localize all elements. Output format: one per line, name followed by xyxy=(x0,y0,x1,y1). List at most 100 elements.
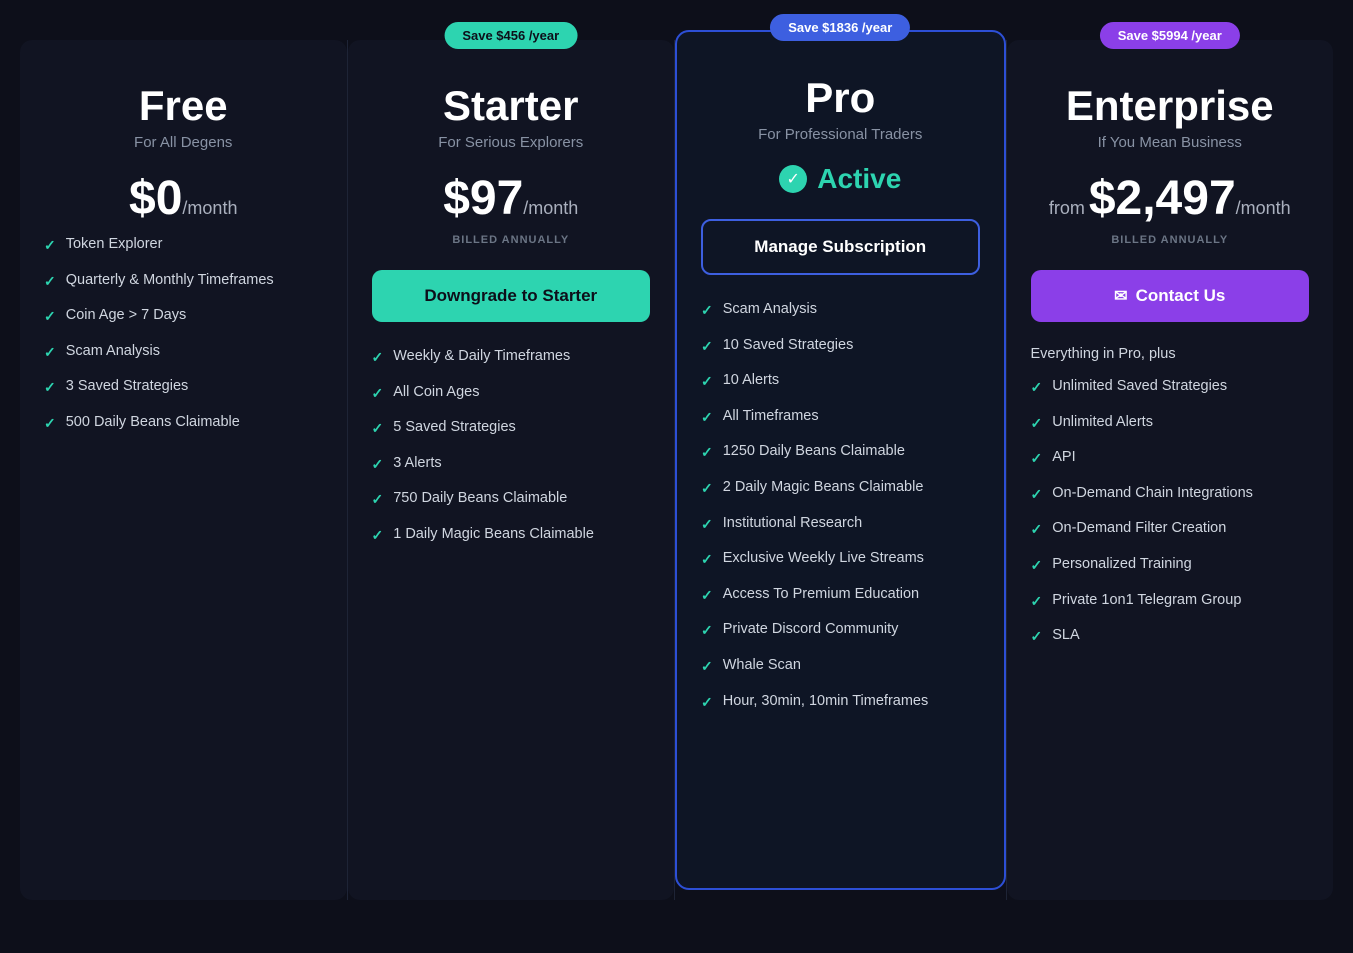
price-amount-free: $0 xyxy=(129,172,182,225)
check-icon: ✓ xyxy=(701,301,713,321)
plan-name-pro: Pro xyxy=(701,74,980,122)
plan-button-enterprise[interactable]: ✉Contact Us xyxy=(1031,270,1310,322)
feature-text: Scam Analysis xyxy=(66,341,160,361)
features-list-pro: ✓ Scam Analysis ✓ 10 Saved Strategies ✓ … xyxy=(701,299,980,712)
feature-text: Coin Age > 7 Days xyxy=(66,305,187,325)
feature-text: 3 Saved Strategies xyxy=(66,376,189,396)
check-icon: ✓ xyxy=(1031,592,1043,612)
feature-item: ✓ 3 Alerts xyxy=(372,453,651,475)
extra-label-enterprise: Everything in Pro, plus xyxy=(1031,346,1310,362)
feature-item: ✓ SLA xyxy=(1031,625,1310,647)
check-icon: ✓ xyxy=(44,307,56,327)
check-icon: ✓ xyxy=(1031,520,1043,540)
plan-subtitle-enterprise: If You Mean Business xyxy=(1031,134,1310,151)
price-amount-enterprise: $2,497 xyxy=(1089,172,1236,225)
price-amount-starter: $97 xyxy=(443,172,523,225)
feature-text: 500 Daily Beans Claimable xyxy=(66,412,240,432)
price-period-free: /month xyxy=(182,198,237,218)
price-billed-enterprise: BILLED ANNUALLY xyxy=(1031,234,1310,246)
plan-subtitle-free: For All Degens xyxy=(44,134,323,151)
feature-text: Whale Scan xyxy=(723,655,801,675)
plan-button-pro[interactable]: Manage Subscription xyxy=(701,219,980,275)
check-icon: ✓ xyxy=(372,384,384,404)
feature-text: Access To Premium Education xyxy=(723,584,919,604)
check-icon: ✓ xyxy=(701,515,713,535)
plan-button-starter[interactable]: Downgrade to Starter xyxy=(372,270,651,322)
plan-subtitle-starter: For Serious Explorers xyxy=(372,134,651,151)
feature-item: ✓ 5 Saved Strategies xyxy=(372,417,651,439)
price-billed-starter: BILLED ANNUALLY xyxy=(372,234,651,246)
check-icon: ✓ xyxy=(1031,556,1043,576)
check-icon: ✓ xyxy=(1031,449,1043,469)
plan-card-free: Free For All Degens $0/month ✓ Token Explo… xyxy=(20,40,347,900)
feature-text: Private Discord Community xyxy=(723,619,899,639)
feature-item: ✓ All Coin Ages xyxy=(372,382,651,404)
plan-name-enterprise: Enterprise xyxy=(1031,82,1310,130)
active-check-icon: ✓ xyxy=(779,165,807,193)
check-icon: ✓ xyxy=(44,236,56,256)
check-icon: ✓ xyxy=(44,272,56,292)
check-icon: ✓ xyxy=(44,378,56,398)
feature-text: Scam Analysis xyxy=(723,299,817,319)
feature-item: ✓ Weekly & Daily Timeframes xyxy=(372,346,651,368)
features-list-starter: ✓ Weekly & Daily Timeframes ✓ All Coin A… xyxy=(372,346,651,546)
feature-item: ✓ Institutional Research xyxy=(701,513,980,535)
check-icon: ✓ xyxy=(701,443,713,463)
feature-text: SLA xyxy=(1052,625,1079,645)
features-list-enterprise: ✓ Unlimited Saved Strategies ✓ Unlimited… xyxy=(1031,376,1310,647)
check-icon: ✓ xyxy=(372,490,384,510)
plan-card-enterprise: Save $5994 /yearEnterpriseIf You Mean Bu… xyxy=(1007,40,1334,900)
feature-text: API xyxy=(1052,447,1075,467)
feature-text: Hour, 30min, 10min Timeframes xyxy=(723,691,929,711)
check-icon: ✓ xyxy=(701,337,713,357)
feature-item: ✓ Coin Age > 7 Days xyxy=(44,305,323,327)
feature-item: ✓ 1250 Daily Beans Claimable xyxy=(701,441,980,463)
active-badge: ✓ Active xyxy=(701,163,980,195)
check-icon: ✓ xyxy=(1031,485,1043,505)
check-icon: ✓ xyxy=(372,526,384,546)
feature-text: 1 Daily Magic Beans Claimable xyxy=(393,524,594,544)
feature-item: ✓ Access To Premium Education xyxy=(701,584,980,606)
save-badge-pro: Save $1836 /year xyxy=(770,14,910,41)
feature-item: ✓ Quarterly & Monthly Timeframes xyxy=(44,270,323,292)
feature-item: ✓ Unlimited Saved Strategies xyxy=(1031,376,1310,398)
feature-item: ✓ 2 Daily Magic Beans Claimable xyxy=(701,477,980,499)
feature-item: ✓ 1 Daily Magic Beans Claimable xyxy=(372,524,651,546)
check-icon: ✓ xyxy=(1031,378,1043,398)
feature-item: ✓ Hour, 30min, 10min Timeframes xyxy=(701,691,980,713)
feature-item: ✓ API xyxy=(1031,447,1310,469)
feature-text: Unlimited Alerts xyxy=(1052,412,1153,432)
feature-item: ✓ 750 Daily Beans Claimable xyxy=(372,488,651,510)
feature-item: ✓ 10 Alerts xyxy=(701,370,980,392)
check-icon: ✓ xyxy=(701,479,713,499)
feature-text: Exclusive Weekly Live Streams xyxy=(723,548,924,568)
plan-name-starter: Starter xyxy=(372,82,651,130)
check-icon: ✓ xyxy=(701,372,713,392)
check-icon: ✓ xyxy=(701,586,713,606)
feature-text: Token Explorer xyxy=(66,234,163,254)
active-label: Active xyxy=(817,163,901,195)
check-icon: ✓ xyxy=(701,408,713,428)
feature-item: ✓ Whale Scan xyxy=(701,655,980,677)
envelope-icon: ✉ xyxy=(1114,286,1127,306)
plan-price-starter: $97/month xyxy=(372,171,651,226)
check-icon: ✓ xyxy=(701,693,713,713)
feature-item: ✓ On-Demand Filter Creation xyxy=(1031,518,1310,540)
feature-item: ✓ 3 Saved Strategies xyxy=(44,376,323,398)
plan-price-free: $0/month xyxy=(44,171,323,226)
feature-item: ✓ Scam Analysis xyxy=(44,341,323,363)
plan-subtitle-pro: For Professional Traders xyxy=(701,126,980,143)
check-icon: ✓ xyxy=(1031,627,1043,647)
feature-text: Weekly & Daily Timeframes xyxy=(393,346,570,366)
check-icon: ✓ xyxy=(372,419,384,439)
feature-item: ✓ Unlimited Alerts xyxy=(1031,412,1310,434)
check-icon: ✓ xyxy=(372,455,384,475)
plan-price-enterprise: from$2,497/month xyxy=(1031,171,1310,226)
pricing-container: Free For All Degens $0/month ✓ Token Explo… xyxy=(20,40,1333,900)
feature-text: All Coin Ages xyxy=(393,382,479,402)
feature-text: Unlimited Saved Strategies xyxy=(1052,376,1227,396)
feature-text: 2 Daily Magic Beans Claimable xyxy=(723,477,924,497)
feature-item: ✓ Exclusive Weekly Live Streams xyxy=(701,548,980,570)
plan-name-free: Free xyxy=(44,82,323,130)
price-period-enterprise: /month xyxy=(1236,198,1291,218)
